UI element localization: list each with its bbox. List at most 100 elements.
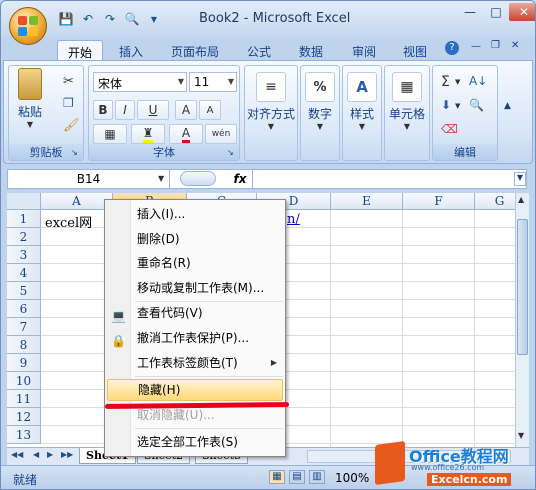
menu-hide[interactable]: 隐藏(H) bbox=[107, 379, 283, 401]
select-all-corner[interactable] bbox=[7, 193, 41, 210]
help-icon[interactable]: ? bbox=[445, 41, 459, 55]
phonetic-button[interactable]: wén bbox=[205, 124, 237, 144]
redo-icon[interactable]: ↷ bbox=[101, 10, 119, 28]
row-header-12[interactable]: 12 bbox=[7, 408, 41, 426]
find-select-icon[interactable]: 🔍 bbox=[469, 98, 484, 112]
expand-formula-icon[interactable]: ▼ bbox=[514, 172, 526, 186]
font-color-button[interactable]: A bbox=[169, 124, 203, 144]
menu-view-code[interactable]: 💻 查看代码(V) bbox=[107, 302, 283, 324]
row-header-7[interactable]: 7 bbox=[7, 318, 41, 336]
zoom-level[interactable]: 100% bbox=[335, 471, 369, 485]
tab-home[interactable]: 开始 bbox=[57, 40, 104, 61]
office-button[interactable] bbox=[9, 7, 47, 45]
copy-icon[interactable]: ❐ bbox=[63, 96, 74, 110]
ribbon-close-icon[interactable]: ✕ bbox=[511, 40, 519, 51]
menu-rename[interactable]: 重命名(R) bbox=[107, 252, 283, 274]
ribbon-restore-icon[interactable]: ❐ bbox=[491, 40, 500, 51]
column-header-f[interactable]: F bbox=[403, 193, 475, 210]
font-size-combo[interactable]: 11 ▼ bbox=[189, 72, 237, 92]
tab-formulas[interactable]: 公式 bbox=[237, 40, 281, 61]
sheet-tab-context-menu: 插入(I)... 删除(D) 重命名(R) 移动或复制工作表(M)... 💻 查看… bbox=[104, 199, 286, 457]
close-icon[interactable]: ✕ bbox=[509, 3, 535, 21]
underline-button[interactable]: U bbox=[137, 100, 169, 120]
tab-page-layout[interactable]: 页面布局 bbox=[161, 40, 229, 61]
number-button[interactable]: % 数字 ▼ bbox=[301, 72, 339, 131]
normal-view-icon[interactable]: ▦ bbox=[269, 470, 285, 484]
insert-function-button[interactable]: fx bbox=[230, 170, 250, 188]
menu-tab-color[interactable]: 工作表标签颜色(T) ▶ bbox=[107, 352, 283, 374]
cells-icon: ▦ bbox=[392, 72, 422, 102]
prev-sheet-icon[interactable]: ◀ bbox=[33, 450, 39, 459]
row-header-3[interactable]: 3 bbox=[7, 246, 41, 264]
shrink-font-button[interactable]: A bbox=[199, 100, 221, 120]
italic-button[interactable]: I bbox=[115, 100, 135, 120]
row-header-9[interactable]: 9 bbox=[7, 354, 41, 372]
alignment-button[interactable]: ≡ 对齐方式 ▼ bbox=[245, 72, 297, 131]
menu-move-copy[interactable]: 移动或复制工作表(M)... bbox=[107, 277, 283, 299]
row-header-4[interactable]: 4 bbox=[7, 264, 41, 282]
first-sheet-icon[interactable]: ◀◀ bbox=[11, 450, 23, 459]
styles-button[interactable]: A 样式 ▼ bbox=[343, 72, 381, 131]
menu-unprotect[interactable]: 🔒 撤消工作表保护(P)... bbox=[107, 327, 283, 349]
fill-dropdown-icon[interactable]: ▼ bbox=[455, 102, 460, 110]
formula-input[interactable] bbox=[252, 170, 512, 188]
cut-icon[interactable]: ✂ bbox=[63, 74, 74, 89]
row-header-2[interactable]: 2 bbox=[7, 228, 41, 246]
ribbon-collapse-icon[interactable]: ▲ bbox=[504, 101, 511, 111]
menu-tab-color-label: 工作表标签颜色(T) bbox=[137, 356, 238, 370]
sort-filter-icon[interactable]: A↓ bbox=[469, 74, 487, 88]
page-layout-view-icon[interactable]: ▤ bbox=[289, 470, 305, 484]
format-painter-icon[interactable]: 🖌 bbox=[63, 118, 80, 133]
maximize-icon[interactable]: □ bbox=[483, 3, 509, 21]
formula-cancel-icon[interactable] bbox=[180, 171, 216, 186]
tab-view[interactable]: 视图 bbox=[393, 40, 437, 61]
minimize-icon[interactable]: — bbox=[457, 3, 483, 21]
grow-font-button[interactable]: A bbox=[175, 100, 197, 120]
bold-button[interactable]: B bbox=[93, 100, 113, 120]
customize-qat-icon[interactable]: ▼ bbox=[145, 10, 163, 28]
column-header-g[interactable]: G bbox=[475, 193, 517, 210]
scroll-down-icon[interactable]: ▼ bbox=[518, 431, 524, 440]
row-header-11[interactable]: 11 bbox=[7, 390, 41, 408]
ribbon-minimize-icon[interactable]: — bbox=[471, 41, 481, 52]
fill-icon[interactable]: ⬇ bbox=[441, 98, 451, 112]
undo-icon[interactable]: ↶ bbox=[79, 10, 97, 28]
column-header-e[interactable]: E bbox=[331, 193, 403, 210]
borders-button[interactable]: ▦ bbox=[93, 124, 127, 144]
cells-button[interactable]: ▦ 单元格 ▼ bbox=[385, 72, 429, 131]
row-header-6[interactable]: 6 bbox=[7, 300, 41, 318]
menu-select-all-sheets[interactable]: 选定全部工作表(S) bbox=[107, 431, 283, 453]
font-name-combo[interactable]: 宋体 ▼ bbox=[93, 72, 187, 92]
scroll-up-icon[interactable]: ▲ bbox=[518, 195, 524, 204]
next-sheet-icon[interactable]: ▶ bbox=[47, 450, 53, 459]
tab-review[interactable]: 审阅 bbox=[342, 40, 386, 61]
lock-icon: 🔒 bbox=[111, 334, 126, 348]
tab-data[interactable]: 数据 bbox=[289, 40, 333, 61]
save-icon[interactable]: 💾 bbox=[57, 10, 75, 28]
page-break-view-icon[interactable]: ▥ bbox=[309, 470, 325, 484]
autosum-button[interactable]: Σ bbox=[441, 74, 450, 90]
row-header-1[interactable]: 1 bbox=[7, 210, 41, 228]
name-box-dropdown-icon[interactable]: ▼ bbox=[158, 174, 164, 183]
print-preview-icon[interactable]: 🔍 bbox=[123, 10, 141, 28]
tab-insert[interactable]: 插入 bbox=[109, 40, 153, 61]
row-header-10[interactable]: 10 bbox=[7, 372, 41, 390]
fill-color-button[interactable]: ♜ bbox=[131, 124, 165, 144]
column-header-a[interactable]: A bbox=[41, 193, 113, 210]
menu-insert[interactable]: 插入(I)... bbox=[107, 203, 283, 225]
paste-button[interactable]: 粘贴 ▼ bbox=[13, 68, 47, 129]
clipboard-launcher-icon[interactable]: ↘ bbox=[71, 148, 81, 158]
row-header-13[interactable]: 13 bbox=[7, 426, 41, 444]
cell-d1[interactable]: n/ bbox=[287, 212, 300, 227]
autosum-dropdown-icon[interactable]: ▼ bbox=[455, 78, 460, 86]
vertical-scrollbar[interactable]: ▲ ▼ bbox=[515, 193, 529, 447]
last-sheet-icon[interactable]: ▶▶ bbox=[61, 450, 73, 459]
name-box[interactable]: B14 bbox=[8, 170, 170, 188]
row-header-5[interactable]: 5 bbox=[7, 282, 41, 300]
cell-a1[interactable]: excel网 bbox=[45, 212, 92, 231]
menu-delete[interactable]: 删除(D) bbox=[107, 228, 283, 250]
clear-icon[interactable]: ⌫ bbox=[441, 122, 458, 136]
font-launcher-icon[interactable]: ↘ bbox=[227, 148, 237, 158]
row-header-8[interactable]: 8 bbox=[7, 336, 41, 354]
scroll-thumb[interactable] bbox=[517, 219, 528, 355]
